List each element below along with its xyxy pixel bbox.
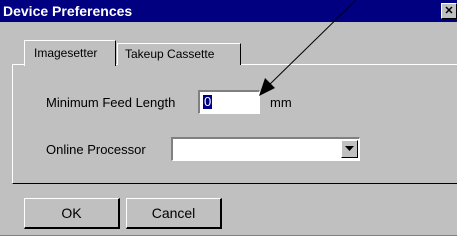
tab-imagesetter-label: Imagesetter xyxy=(34,46,98,60)
callout-arrow xyxy=(259,0,357,96)
tab-imagesetter[interactable]: Imagesetter xyxy=(24,40,116,66)
tab-takeup-cassette-label: Takeup Cassette xyxy=(125,47,215,61)
tab-takeup-cassette[interactable]: Takeup Cassette xyxy=(117,43,241,65)
callout-arrowhead xyxy=(259,78,275,96)
callout-line xyxy=(265,0,357,89)
